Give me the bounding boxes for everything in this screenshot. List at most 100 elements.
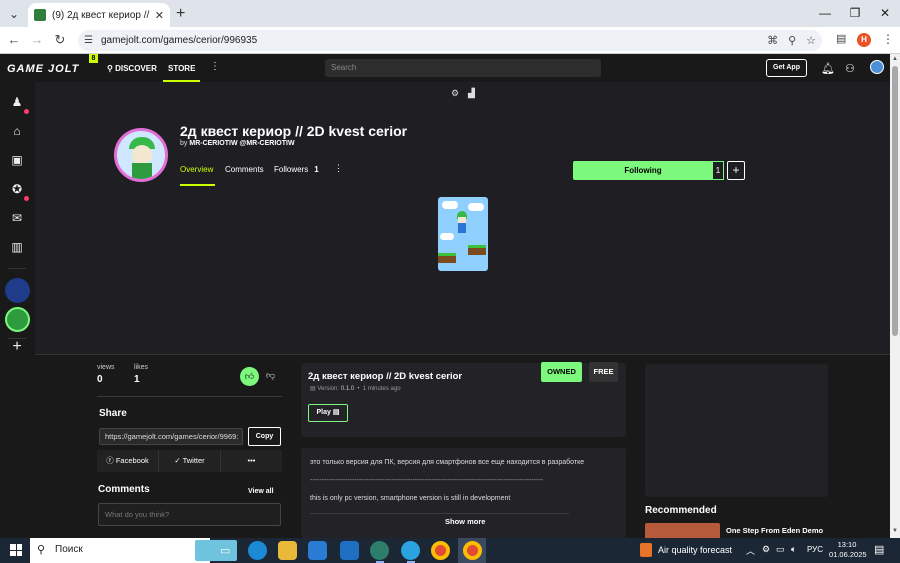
tab-comments[interactable]: Comments — [225, 165, 264, 174]
clock[interactable]: 13:10 01.06.2025 — [829, 540, 867, 560]
recommended-thumbnail[interactable] — [645, 523, 720, 538]
author-link[interactable]: MR-CERIOTIW @MR-CERIOTIW — [189, 140, 294, 147]
show-more-button[interactable]: Show more — [445, 517, 485, 526]
store-icon[interactable]: ⌂ — [9, 123, 25, 139]
scroll-up-icon[interactable]: ▲ — [892, 56, 898, 62]
telegram-icon[interactable] — [401, 541, 420, 560]
extensions-icon[interactable]: ▤ — [836, 32, 846, 45]
mail-icon[interactable] — [340, 541, 359, 560]
share-url-field[interactable]: https://gamejolt.com/games/cerior/9969: — [99, 428, 243, 445]
add-community-icon[interactable]: + — [9, 339, 25, 355]
user-avatar[interactable] — [870, 60, 884, 74]
window-close-icon[interactable]: ✕ — [870, 0, 900, 26]
weather-icon[interactable] — [640, 543, 652, 557]
likes-value: 1 — [134, 374, 140, 385]
free-badge: FREE — [589, 362, 618, 382]
weather-text[interactable]: Air quality forecast — [658, 545, 732, 555]
tray-expand-icon[interactable]: ︿ — [746, 544, 755, 557]
store-app-icon[interactable] — [308, 541, 327, 560]
tab-overview[interactable]: Overview — [180, 165, 213, 174]
translate-icon[interactable]: ⌘ — [767, 34, 778, 47]
share-buttons: ⓕ Facebook ✓ Twitter ••• — [97, 450, 282, 472]
sidebar-divider — [8, 268, 26, 269]
tray-app-icon[interactable]: ⚙ — [762, 544, 770, 555]
bookmark-star-icon[interactable]: ☆ — [806, 34, 816, 47]
settings-icon[interactable]: ⚙ — [451, 88, 459, 99]
active-chrome-window[interactable] — [458, 538, 486, 563]
network-icon[interactable]: ▭ — [776, 544, 785, 555]
notifications-icon[interactable]: ▤ — [874, 543, 884, 556]
site-info-icon[interactable]: ☰ — [84, 35, 93, 46]
address-bar[interactable]: ☰ gamejolt.com/games/cerior/996935 ⌘ ⚲ ☆ — [78, 30, 822, 51]
copy-button[interactable]: Copy — [248, 427, 281, 446]
close-tab-icon[interactable]: ✕ — [155, 9, 164, 22]
scroll-thumb[interactable] — [892, 66, 898, 336]
sidebar-game-avatar-2[interactable] — [5, 307, 30, 332]
nav-discover[interactable]: ⚲ DISCOVER — [107, 64, 157, 73]
new-tab-icon[interactable]: + — [176, 5, 185, 23]
restore-icon[interactable]: ❐ — [840, 0, 870, 26]
nav-more-icon[interactable]: ⋮ — [210, 61, 220, 72]
scroll-down-icon[interactable]: ▼ — [892, 528, 898, 534]
forward-icon[interactable]: → — [29, 32, 45, 48]
following-button[interactable]: Following — [573, 161, 713, 180]
search-input[interactable]: Search — [325, 59, 601, 77]
chrome-icon[interactable] — [431, 541, 450, 560]
browser-tab[interactable]: (9) 2д квест кериор // 2D kvest ✕ — [28, 3, 170, 27]
minimize-icon[interactable]: — — [810, 0, 840, 26]
browser-tab-strip: ⌄ (9) 2д квест кериор // 2D kvest ✕ + — … — [0, 0, 900, 27]
chrome-menu-icon[interactable]: ⋮ — [882, 32, 894, 46]
tab-followers[interactable]: Followers 1 — [274, 165, 319, 174]
like-icon[interactable]: 👍︎ — [240, 367, 259, 386]
edge-icon[interactable] — [248, 541, 267, 560]
thumb-platform — [468, 245, 486, 255]
sidebar-game-avatar-1[interactable] — [5, 278, 30, 303]
back-icon[interactable]: ← — [6, 32, 22, 48]
package-version-info: ▤ Version: 0.1.0 • 1 minutes ago — [310, 386, 401, 392]
task-view-icon[interactable]: ▭ — [220, 544, 230, 557]
get-app-button[interactable]: Get App — [766, 59, 807, 77]
language-indicator[interactable]: РУС — [807, 545, 823, 554]
bell-icon[interactable]: 🔔︎ — [821, 62, 835, 75]
activity-icon[interactable]: ♟ — [9, 94, 25, 110]
thumb-cloud — [440, 233, 454, 240]
avatar-face — [132, 145, 152, 165]
game-byline: by MR-CERIOTIW @MR-CERIOTIW — [180, 140, 295, 147]
tabs-more-icon[interactable]: ⋮ — [334, 163, 343, 174]
profile-avatar[interactable]: H — [857, 33, 871, 47]
nav-store[interactable]: STORE — [168, 64, 195, 73]
game-thumbnail[interactable] — [438, 197, 488, 271]
tab-search-icon[interactable]: ⌄ — [6, 6, 22, 22]
volume-icon[interactable]: 🔈︎ — [791, 544, 796, 555]
recommended-game-title[interactable]: One Step From Eden Demo — [726, 526, 823, 535]
share-facebook-button[interactable]: ⓕ Facebook — [97, 450, 159, 472]
version-label: Version: — [317, 386, 340, 392]
dislike-icon[interactable]: 👎︎ — [266, 370, 275, 381]
play-label: Play — [316, 409, 331, 416]
chat-icon[interactable]: ✉ — [9, 210, 25, 226]
facebook-icon: ⓕ — [106, 456, 116, 465]
share-twitter-button[interactable]: ✓ Twitter — [159, 450, 221, 472]
friends-icon[interactable]: ⚇ — [845, 62, 855, 75]
analytics-icon[interactable]: ▟ — [468, 88, 475, 99]
app-icon-1[interactable] — [370, 541, 389, 560]
backpack-icon[interactable]: ▣ — [9, 152, 25, 168]
taskbar-search[interactable]: ⚲ Поиск — [30, 538, 237, 563]
gamejolt-top-nav: GAME JOLT 8 ⚲ DISCOVER STORE ⋮ Search Ge… — [0, 54, 890, 82]
version-value: 0.1.0 — [340, 386, 355, 392]
play-button[interactable]: Play ▤ — [308, 404, 348, 422]
activity-notification-dot — [24, 109, 29, 114]
comment-input[interactable]: What do you think? — [98, 503, 281, 526]
view-all-comments-link[interactable]: View all — [248, 488, 274, 495]
file-explorer-icon[interactable] — [278, 541, 297, 560]
page-scrollbar[interactable]: ▲ ▼ — [890, 54, 900, 538]
add-to-playlist-button[interactable]: + — [727, 161, 745, 180]
windows-start-icon[interactable] — [10, 544, 22, 556]
share-more-button[interactable]: ••• — [221, 450, 282, 472]
gamejolt-logo[interactable]: GAME JOLT — [7, 63, 79, 75]
reload-icon[interactable]: ↻ — [52, 32, 68, 48]
library-icon[interactable]: ▥ — [9, 239, 25, 255]
thumb-platform — [438, 253, 456, 263]
trophy-icon[interactable]: ✪ — [9, 181, 25, 197]
zoom-icon[interactable]: ⚲ — [788, 34, 796, 47]
